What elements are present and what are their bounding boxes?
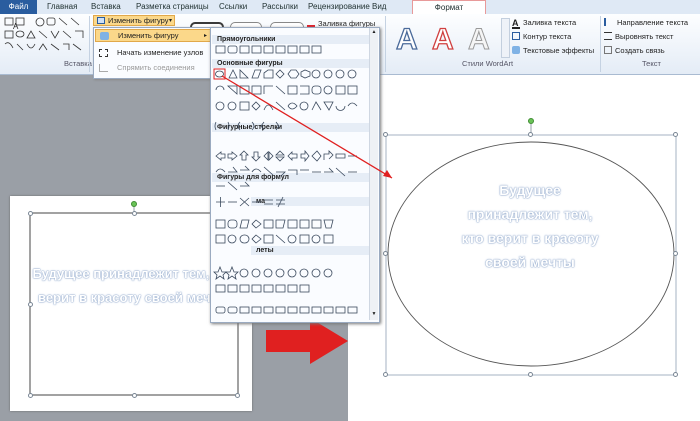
- tab-review[interactable]: Рецензирование: [308, 1, 370, 13]
- resize-handle[interactable]: [28, 393, 33, 398]
- link-icon: [604, 46, 612, 54]
- chevron-right-icon: ▸: [204, 33, 208, 39]
- group-label-text: Текст: [642, 59, 661, 68]
- ribbon-separator: [385, 16, 386, 72]
- tab-references[interactable]: Ссылки: [219, 1, 247, 13]
- resize-handle[interactable]: [673, 251, 678, 256]
- create-link-label: Создать связь: [615, 46, 665, 55]
- insert-shapes-gallery[interactable]: A: [3, 16, 89, 56]
- create-link-button[interactable]: Создать связь: [604, 45, 665, 56]
- text-direction-label: Направление текста: [617, 18, 689, 27]
- gallery-scrollbar[interactable]: ▲ ▼: [369, 28, 378, 320]
- resize-handle[interactable]: [673, 372, 678, 377]
- edit-points-icon: [99, 49, 108, 57]
- rotation-handle[interactable]: [528, 118, 534, 124]
- tab-format[interactable]: Формат: [412, 0, 486, 14]
- svg-text:A: A: [396, 23, 418, 56]
- shapes-icon: [100, 32, 109, 40]
- wordart-line: принадлежит тем,: [467, 206, 593, 222]
- text-effects-label: Текстовые эффекты: [523, 46, 595, 55]
- group-label-wordart: Стили WordArt: [462, 59, 514, 68]
- menu-item-label: Спрямить соединения: [117, 63, 195, 72]
- menu-item-reroute: Спрямить соединения: [95, 62, 211, 74]
- text-outline-label: Контур текста: [523, 32, 572, 41]
- svg-text:A: A: [432, 23, 454, 56]
- resize-handle[interactable]: [28, 211, 33, 216]
- tab-insert[interactable]: Вставка: [91, 1, 121, 13]
- resize-handle[interactable]: [528, 132, 533, 137]
- ribbon-separator: [600, 16, 601, 72]
- resize-handle[interactable]: [235, 393, 240, 398]
- wordart-line: кто верит в красоту: [461, 230, 599, 246]
- edit-shape-icon: [97, 17, 105, 24]
- group-label-insert: Вставка: [64, 59, 92, 68]
- menu-item-change-shape[interactable]: Изменить фигуру ▸: [95, 29, 211, 42]
- ribbon-tab-bar: Файл Главная Вставка Разметка страницы С…: [0, 0, 700, 15]
- connector-icon: [99, 64, 108, 72]
- shapes-grid[interactable]: [213, 45, 373, 320]
- tab-layout[interactable]: Разметка страницы: [136, 1, 209, 13]
- tab-view[interactable]: Вид: [372, 1, 386, 13]
- resize-handle[interactable]: [528, 372, 533, 377]
- wordart-gallery-scroll[interactable]: [501, 18, 510, 58]
- text-direction-button[interactable]: Направление текста: [604, 17, 688, 28]
- shapes-gallery: Прямоугольники Основные фигуры Фигурные …: [210, 27, 380, 323]
- gallery-header-rectangles: Прямоугольники: [212, 35, 375, 44]
- text-outline-button[interactable]: Контур текста: [512, 31, 571, 42]
- scroll-up-icon[interactable]: ▲: [371, 29, 377, 35]
- wordart-line: своей мечты: [485, 254, 575, 270]
- resize-handle[interactable]: [132, 393, 137, 398]
- resize-handle[interactable]: [673, 132, 678, 137]
- align-text-button[interactable]: Выровнять текст: [604, 31, 673, 42]
- wordart-gallery[interactable]: A A A: [392, 19, 502, 57]
- svg-text:A: A: [13, 22, 19, 31]
- menu-item-label: Изменить фигуру: [118, 31, 179, 40]
- change-shape-button[interactable]: Изменить фигуру ▾: [93, 15, 175, 26]
- resize-handle[interactable]: [383, 132, 388, 137]
- rotation-handle[interactable]: [131, 201, 137, 207]
- pen-icon: [512, 32, 520, 40]
- text-fill-button[interactable]: A Заливка текста: [512, 17, 577, 29]
- wordart-text-left[interactable]: Будущее принадлежит тем, кто верит в кра…: [30, 262, 236, 310]
- chevron-down-icon: ▾: [169, 18, 173, 24]
- tab-home[interactable]: Главная: [47, 1, 77, 13]
- text-direction-icon: [604, 18, 614, 26]
- tab-mailings[interactable]: Рассылки: [262, 1, 298, 13]
- text-effects-icon: [512, 46, 520, 54]
- resize-handle[interactable]: [383, 372, 388, 377]
- resize-handle[interactable]: [383, 251, 388, 256]
- tab-file[interactable]: Файл: [0, 0, 37, 14]
- resize-handle[interactable]: [132, 211, 137, 216]
- wordart-text-right[interactable]: Будущее принадлежит тем, кто верит в кра…: [420, 178, 640, 274]
- text-effects-button[interactable]: Текстовые эффекты: [512, 45, 594, 56]
- wordart-line: Будущее: [499, 182, 561, 198]
- text-fill-icon: A: [512, 18, 520, 29]
- menu-item-label: Начать изменение узлов: [117, 48, 204, 57]
- ribbon-separator: [89, 16, 90, 72]
- svg-text:A: A: [468, 23, 490, 56]
- text-fill-label: Заливка текста: [523, 18, 577, 27]
- paint-bucket-icon: [307, 17, 315, 27]
- change-shape-menu: Изменить фигуру ▸ Начать изменение узлов…: [93, 27, 213, 79]
- scroll-down-icon[interactable]: ▼: [371, 311, 377, 317]
- menu-item-edit-points[interactable]: Начать изменение узлов: [95, 47, 211, 59]
- align-icon: [604, 32, 612, 40]
- align-text-label: Выровнять текст: [615, 32, 674, 41]
- change-shape-label: Изменить фигуру: [108, 16, 169, 25]
